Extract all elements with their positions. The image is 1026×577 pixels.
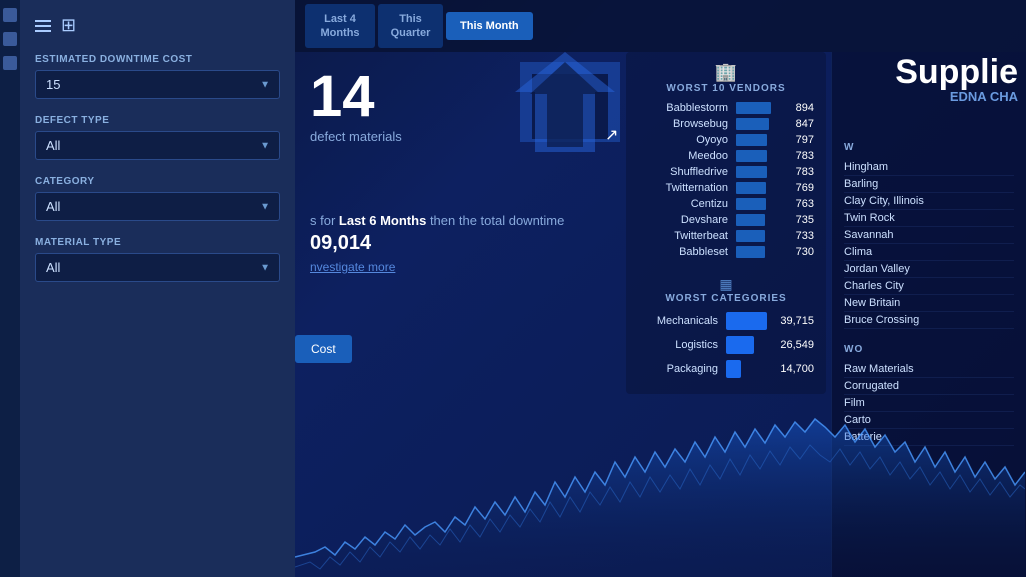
material-type-select[interactable]: All Raw Materials Corrugated bbox=[35, 253, 280, 282]
nav-icon-3[interactable] bbox=[3, 56, 17, 70]
nav-icon-2[interactable] bbox=[3, 32, 17, 46]
defect-type-wrapper[interactable]: All Type A Type B ▼ bbox=[35, 131, 280, 160]
icon-bar bbox=[0, 0, 20, 577]
sidebar: ⊞ ESTIMATED DOWNTIME COST 15 10 20 ▼ DEF… bbox=[20, 0, 295, 577]
insight-prefix: s for bbox=[310, 213, 339, 228]
material-type-wrapper[interactable]: All Raw Materials Corrugated ▼ bbox=[35, 253, 280, 282]
vendor-row-10: Babbleset 730 bbox=[638, 246, 814, 258]
worst-vendors-panel: 🏢 WORST 10 VENDORS Babblestorm 894 Brows… bbox=[626, 52, 826, 394]
estimated-downtime-cost-label: ESTIMATED DOWNTIME COST bbox=[35, 54, 280, 65]
kpi-number: 14 bbox=[310, 68, 402, 126]
defect-type-select[interactable]: All Type A Type B bbox=[35, 131, 280, 160]
vendor-row-8: Devshare 735 bbox=[638, 214, 814, 226]
estimated-downtime-cost-wrapper[interactable]: 15 10 20 ▼ bbox=[35, 70, 280, 99]
cost-button-area: Cost bbox=[295, 335, 352, 363]
vendor-row-7: Centizu 763 bbox=[638, 198, 814, 210]
category-section: CATEGORY All Mechanicals Logistics ▼ bbox=[35, 176, 280, 221]
category-select[interactable]: All Mechanicals Logistics bbox=[35, 192, 280, 221]
supplier-title: Supplie bbox=[895, 55, 1018, 89]
defect-type-section: DEFECT TYPE All Type A Type B ▼ bbox=[35, 115, 280, 160]
tab-this-quarter[interactable]: ThisQuarter bbox=[378, 4, 443, 49]
list-item-barling: Barling bbox=[844, 176, 1014, 193]
nav-icon-1[interactable] bbox=[3, 8, 17, 22]
insight-suffix: then the total downtime bbox=[430, 213, 564, 228]
category-row-3: Packaging 14,700 bbox=[638, 360, 814, 378]
vendor-row-9: Twitterbeat 733 bbox=[638, 230, 814, 242]
list-item-new-britain: New Britain bbox=[844, 295, 1014, 312]
category-bar-1 bbox=[726, 312, 767, 330]
insight-area: s for Last 6 Months then the total downt… bbox=[295, 210, 579, 274]
estimated-downtime-cost-section: ESTIMATED DOWNTIME COST 15 10 20 ▼ bbox=[35, 54, 280, 99]
vendor-row-2: Browsebug 847 bbox=[638, 118, 814, 130]
tab-this-month[interactable]: This Month bbox=[446, 12, 533, 40]
vendors-icon: 🏢 bbox=[638, 62, 814, 83]
supplier-brand: Supplie EDNA CHA bbox=[887, 52, 1026, 107]
edna-title: EDNA CHA bbox=[895, 89, 1018, 104]
filter-icon: ⊞ bbox=[61, 15, 76, 36]
vendor-row-6: Twitternation 769 bbox=[638, 182, 814, 194]
list-item-charles-city: Charles City bbox=[844, 278, 1014, 295]
category-bar-3 bbox=[726, 360, 741, 378]
list-item-clima: Clima bbox=[844, 244, 1014, 261]
vendors-title: WORST 10 VENDORS bbox=[638, 83, 814, 94]
list-item-twin-rock: Twin Rock bbox=[844, 210, 1014, 227]
hamburger-icon[interactable] bbox=[35, 20, 51, 32]
list-item-clay-city: Clay City, Illinois bbox=[844, 193, 1014, 210]
list-item-raw-materials: Raw Materials bbox=[844, 361, 1014, 378]
defect-type-label: DEFECT TYPE bbox=[35, 115, 280, 126]
category-row-1: Mechanicals 39,715 bbox=[638, 312, 814, 330]
vendor-row-3: Oyoyo 797 bbox=[638, 134, 814, 146]
insight-link[interactable]: nvestigate more bbox=[310, 260, 564, 274]
insight-period: Last 6 Months bbox=[339, 213, 426, 228]
material-type-label: MATERIAL TYPE bbox=[35, 237, 280, 248]
list-item-hingham: Hingham bbox=[844, 159, 1014, 176]
right-list-w-section: W Hingham Barling Clay City, Illinois Tw… bbox=[844, 142, 1014, 329]
vendor-row-5: Shuffledrive 783 bbox=[638, 166, 814, 178]
category-bar-2 bbox=[726, 336, 754, 354]
list-item-savannah: Savannah bbox=[844, 227, 1014, 244]
category-label: CATEGORY bbox=[35, 176, 280, 187]
list-item-corrugated: Corrugated bbox=[844, 378, 1014, 395]
kpi-subtitle: defect materials bbox=[310, 129, 402, 144]
main-content: Last 4Months ThisQuarter This Month 14 d… bbox=[295, 0, 1026, 577]
right-list-w-title: W bbox=[844, 142, 1014, 153]
insight-amount: 09,014 bbox=[310, 232, 564, 255]
category-wrapper[interactable]: All Mechanicals Logistics ▼ bbox=[35, 192, 280, 221]
sidebar-header: ⊞ bbox=[35, 10, 280, 36]
material-type-section: MATERIAL TYPE All Raw Materials Corrugat… bbox=[35, 237, 280, 282]
flag-svg bbox=[505, 52, 625, 152]
kpi-area: 14 defect materials bbox=[310, 68, 402, 144]
right-list-wo-title: WO bbox=[844, 344, 1014, 355]
categories-icon: ▦ bbox=[638, 276, 814, 293]
cost-button[interactable]: Cost bbox=[295, 335, 352, 363]
estimated-downtime-cost-select[interactable]: 15 10 20 bbox=[35, 70, 280, 99]
categories-title: WORST CATEGORIES bbox=[638, 293, 814, 304]
list-item-jordan-valley: Jordan Valley bbox=[844, 261, 1014, 278]
category-row-2: Logistics 26,549 bbox=[638, 336, 814, 354]
tab-bar: Last 4Months ThisQuarter This Month bbox=[295, 0, 1026, 52]
worst-categories-subsection: ▦ WORST CATEGORIES Mechanicals 39,715 Lo… bbox=[638, 276, 814, 378]
vendor-row-4: Meedoo 783 bbox=[638, 150, 814, 162]
tab-last-4-months[interactable]: Last 4Months bbox=[305, 4, 375, 49]
line-chart bbox=[295, 407, 1025, 577]
vendor-row-1: Babblestorm 894 bbox=[638, 102, 814, 114]
list-item-bruce-crossing: Bruce Crossing bbox=[844, 312, 1014, 329]
